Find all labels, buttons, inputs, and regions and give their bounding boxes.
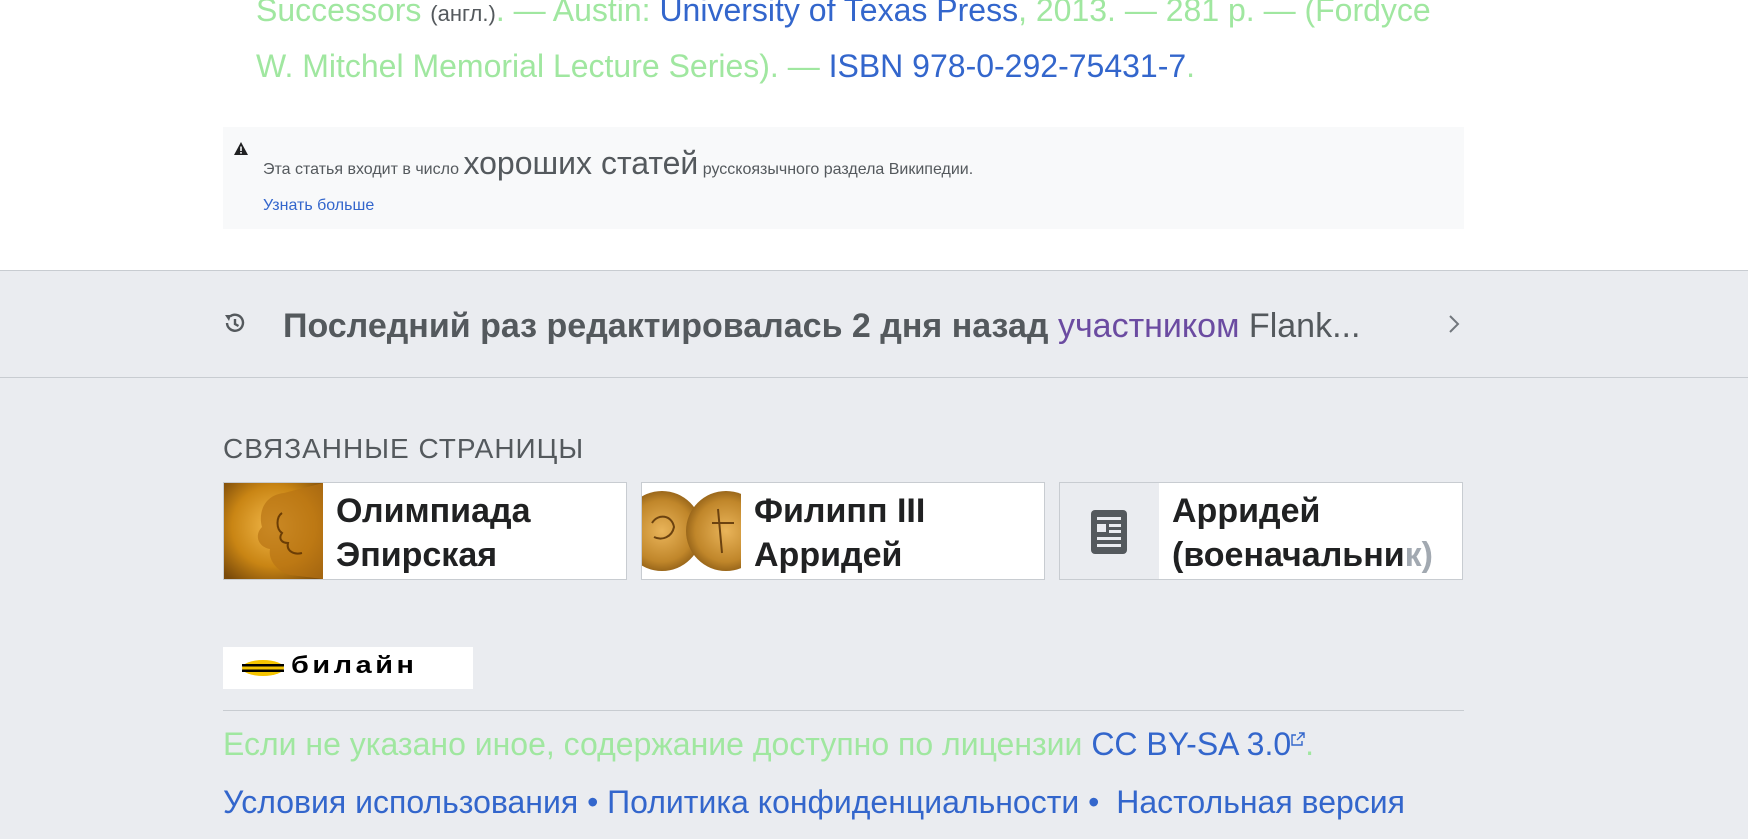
license-end: . xyxy=(1305,726,1315,762)
olympias-coin-thumbnail xyxy=(224,483,323,579)
good-article-notice: Эта статья входит в число хороших статей… xyxy=(223,127,1464,229)
notice-text: Эта статья входит в число хороших статей… xyxy=(263,145,973,182)
terms-of-use-link[interactable]: Условия использования xyxy=(223,784,578,820)
title-text: Арридей (военачальни xyxy=(1172,492,1405,574)
footer-links: Условия использования • Политика конфиде… xyxy=(223,784,1405,821)
related-page-title: Арридей (военачальник) xyxy=(1172,489,1452,577)
notice-highlight: хороших статей xyxy=(463,145,699,181)
reference-segment: , 2013. — 281 p. — (Fordyce xyxy=(1018,0,1431,28)
reference-segment: . xyxy=(1186,48,1196,84)
philip-coin-thumbnail xyxy=(642,483,741,579)
editor-link[interactable]: участником xyxy=(1058,307,1240,345)
desktop-version-link[interactable]: Настольная версия xyxy=(1116,784,1405,820)
related-page-title: Филипп III Арридей xyxy=(754,492,926,574)
beeline-logo[interactable]: билайн xyxy=(223,647,473,689)
separator: • xyxy=(1088,784,1100,820)
footer-divider xyxy=(223,710,1464,711)
related-page-card[interactable]: Олимпиада Эпирская xyxy=(223,482,627,580)
learn-more-link[interactable]: Узнать больше xyxy=(263,197,374,215)
page-footer-area: Последний раз редактировалась 2 дня наза… xyxy=(0,270,1748,839)
external-link-icon xyxy=(1291,732,1305,746)
related-pages-heading: СВЯЗАННЫЕ СТРАНИЦЫ xyxy=(223,433,585,464)
notice-suffix: русскоязычного раздела Википедии. xyxy=(702,161,974,178)
related-page-title: Олимпиада Эпирская xyxy=(336,492,531,574)
beeline-stripes-icon xyxy=(242,660,284,676)
reference-segment: . — Austin: xyxy=(495,0,660,28)
license-text: Если не указано иное, содержание доступн… xyxy=(223,726,1314,763)
article-icon xyxy=(1091,510,1127,554)
thumbnail-placeholder xyxy=(1060,483,1159,579)
license-link[interactable]: CC BY-SA 3.0 xyxy=(1091,726,1291,762)
reference-line-2: W. Mitchel Memorial Lecture Series). — I… xyxy=(256,40,1466,92)
privacy-policy-link[interactable]: Политика конфиденциальности xyxy=(607,784,1079,820)
chevron-right-icon xyxy=(1449,315,1460,333)
last-edited-label: Последний раз редактировалась 2 дня наза… xyxy=(283,307,1049,345)
notice-prefix: Эта статья входит в число xyxy=(263,161,460,178)
reference-segment: W. Mitchel Memorial Lecture Series). — xyxy=(256,48,829,84)
related-page-card[interactable]: Арридей (военачальник) xyxy=(1059,482,1463,580)
title-fade: к) xyxy=(1404,536,1433,574)
separator: • xyxy=(587,784,599,820)
reference-line-1: Successors (англ.). — Austin: University… xyxy=(256,0,1466,40)
reference-title: Successors xyxy=(256,0,422,28)
license-prefix: Если не указано иное, содержание доступн… xyxy=(223,726,1092,762)
language-tag: (англ.) xyxy=(430,1,496,26)
reference-text: Successors (англ.). — Austin: University… xyxy=(256,0,1466,92)
editor-name[interactable]: Flank... xyxy=(1249,307,1360,345)
history-icon xyxy=(225,313,245,332)
last-edited-text: Последний раз редактировалась 2 дня наза… xyxy=(283,307,1360,346)
publisher-link[interactable]: University of Texas Press xyxy=(659,0,1018,28)
warning-icon xyxy=(234,142,248,155)
isbn-link[interactable]: ISBN 978-0-292-75431-7 xyxy=(829,48,1187,84)
related-page-card[interactable]: Филипп III Арридей xyxy=(641,482,1045,580)
logo-text: билайн xyxy=(291,652,418,679)
last-edited-bar[interactable]: Последний раз редактировалась 2 дня наза… xyxy=(0,271,1748,378)
